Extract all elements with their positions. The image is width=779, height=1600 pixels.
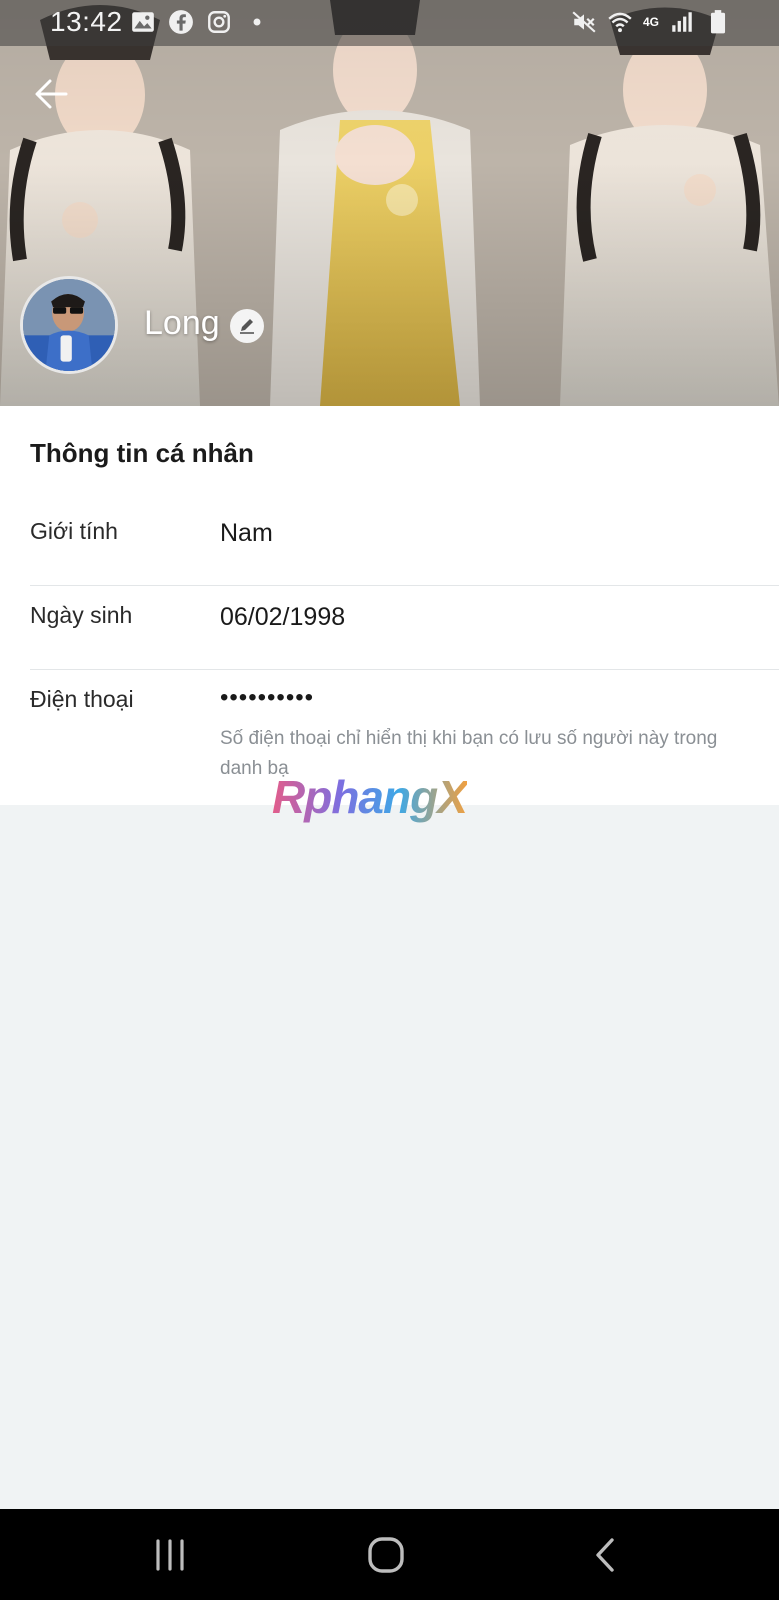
personal-info-panel: Thông tin cá nhân Giới tính Nam Ngày sin… (0, 406, 779, 805)
nav-back-icon[interactable] (582, 1531, 630, 1579)
facebook-icon (169, 10, 193, 34)
recents-icon[interactable] (146, 1531, 194, 1579)
phone-label: Điện thoại (30, 686, 134, 712)
network-type-label: 4G (642, 15, 659, 29)
gender-value: Nam (220, 519, 273, 547)
signal-icon (672, 12, 692, 32)
gallery-icon (132, 12, 154, 32)
status-left-icons (130, 9, 270, 35)
cover-photo[interactable]: 13:42 4G Long (0, 0, 779, 406)
navigation-bar (0, 1509, 779, 1600)
mute-icon (572, 11, 596, 33)
back-arrow-icon[interactable] (30, 72, 74, 116)
gender-row: Giới tính Nam (30, 508, 779, 586)
battery-icon (710, 10, 726, 34)
pencil-icon (240, 319, 254, 334)
avatar-image (23, 279, 115, 371)
wifi-icon (608, 12, 632, 33)
section-title: Thông tin cá nhân (30, 438, 254, 468)
edit-name-button[interactable] (230, 309, 264, 343)
phone-value: •••••••••• (220, 684, 315, 711)
birthday-value: 06/02/1998 (220, 603, 346, 631)
avatar[interactable] (20, 276, 118, 374)
gender-label: Giới tính (30, 518, 118, 544)
status-right-icons: 4G (571, 9, 731, 35)
instagram-icon (208, 11, 230, 33)
profile-name: Long (144, 304, 220, 342)
status-time: 13:42 (50, 6, 123, 37)
status-bar: 13:42 4G (0, 0, 779, 46)
cover-shade (0, 0, 779, 406)
birthday-row: Ngày sinh 06/02/1998 (30, 586, 779, 670)
dot-icon (253, 18, 261, 26)
home-icon[interactable] (362, 1531, 410, 1579)
birthday-label: Ngày sinh (30, 602, 133, 628)
watermark-logo: RphangX (272, 771, 468, 823)
